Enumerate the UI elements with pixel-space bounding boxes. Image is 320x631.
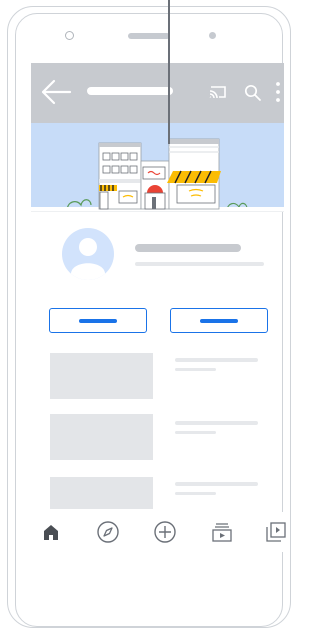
home-icon xyxy=(44,525,58,540)
button-label-placeholder xyxy=(200,319,238,323)
video-thumbnail[interactable] xyxy=(50,477,153,509)
nav-library[interactable] xyxy=(256,512,296,552)
nav-subscriptions[interactable] xyxy=(202,512,242,552)
proximity-sensor xyxy=(209,32,216,39)
banner-divider xyxy=(31,211,284,212)
video-title-placeholder xyxy=(175,482,258,486)
video-meta-placeholder xyxy=(175,368,216,371)
earpiece-speaker xyxy=(128,33,170,39)
nav-home[interactable] xyxy=(31,512,71,552)
video-meta-placeholder xyxy=(175,492,216,495)
video-meta-placeholder xyxy=(175,431,216,434)
explore-icon xyxy=(97,521,119,543)
video-thumbnail[interactable] xyxy=(50,414,153,460)
create-icon xyxy=(154,521,176,543)
channel-subtitle-placeholder xyxy=(135,262,264,266)
button-label-placeholder xyxy=(79,319,117,323)
library-icon xyxy=(266,522,286,542)
search-icon[interactable] xyxy=(244,84,261,101)
front-camera xyxy=(65,31,74,40)
banner-illustration xyxy=(31,138,284,211)
back-arrow-icon[interactable] xyxy=(40,78,72,106)
video-title-placeholder xyxy=(175,358,258,362)
annotation-callout-line xyxy=(168,0,170,144)
nav-explore[interactable] xyxy=(88,512,128,552)
video-thumbnail[interactable] xyxy=(50,353,153,399)
video-title-placeholder xyxy=(175,421,258,425)
channel-name-placeholder xyxy=(135,244,241,252)
app-bar-title xyxy=(87,87,173,95)
person-icon xyxy=(71,238,105,280)
nav-create[interactable] xyxy=(145,512,185,552)
cast-icon[interactable] xyxy=(209,84,227,100)
action-button-two[interactable] xyxy=(170,308,268,333)
channel-banner xyxy=(31,123,284,211)
action-button-one[interactable] xyxy=(49,308,147,333)
bottom-navigation xyxy=(31,512,286,552)
channel-avatar[interactable] xyxy=(62,228,114,280)
more-vert-icon[interactable] xyxy=(274,81,282,103)
subscriptions-icon xyxy=(212,523,232,542)
